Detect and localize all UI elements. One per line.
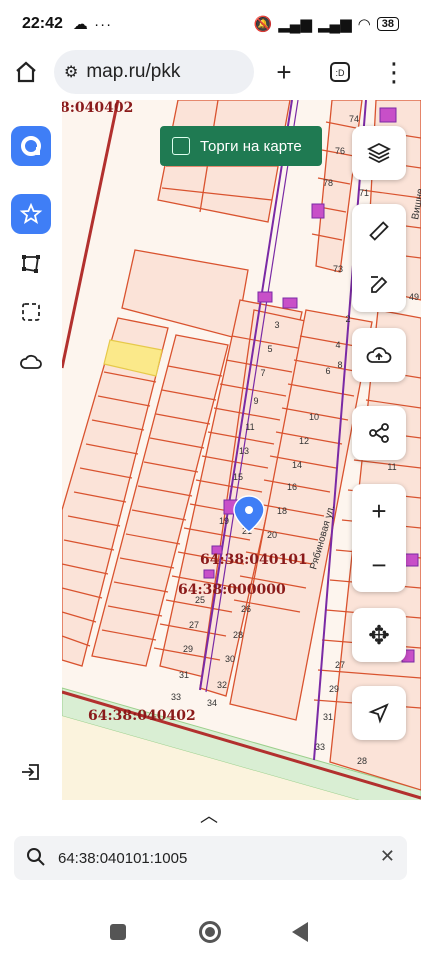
login-icon[interactable]	[11, 752, 51, 792]
svg-text:26: 26	[241, 604, 251, 614]
svg-text:14: 14	[292, 460, 302, 470]
svg-text:28: 28	[357, 756, 367, 766]
svg-text:20: 20	[267, 530, 277, 540]
pan-button[interactable]: ✥	[352, 608, 406, 662]
svg-text:33: 33	[171, 692, 181, 702]
auctions-toggle[interactable]: Торги на карте	[160, 126, 322, 166]
svg-text:8: 8	[337, 360, 342, 370]
svg-text:27: 27	[335, 660, 345, 670]
home-nav-icon[interactable]	[199, 921, 221, 943]
left-toolbar	[0, 100, 62, 800]
cadastral-label: 64:38:040101	[200, 552, 308, 568]
svg-text:16: 16	[287, 482, 297, 492]
tabs-icon[interactable]: :D	[324, 56, 356, 88]
move-arrows-icon[interactable]: ✥	[352, 608, 406, 662]
clear-search-icon[interactable]: ✕	[380, 846, 395, 867]
upload-button[interactable]	[352, 328, 406, 382]
system-navbar	[0, 900, 421, 960]
svg-text:29: 29	[329, 684, 339, 694]
svg-text:71: 71	[359, 188, 369, 198]
svg-text:7: 7	[260, 368, 265, 378]
navigation-arrow-icon[interactable]	[352, 686, 406, 740]
browser-toolbar: ⚙ map.ru/pkk + :D ⋮	[0, 48, 421, 100]
search-icon	[26, 847, 46, 871]
svg-text::D: :D	[336, 68, 346, 78]
back-icon[interactable]	[292, 922, 308, 942]
svg-text:29: 29	[183, 644, 193, 654]
select-area-icon[interactable]	[11, 292, 51, 332]
svg-text:13: 13	[239, 446, 249, 456]
svg-text:12: 12	[299, 436, 309, 446]
svg-text:18: 18	[277, 506, 287, 516]
search-input[interactable]: 64:38:040101:1005 ✕	[14, 836, 407, 880]
svg-text:11: 11	[245, 422, 254, 432]
svg-text:76: 76	[335, 146, 345, 156]
home-icon[interactable]	[10, 56, 42, 88]
svg-text:9: 9	[253, 396, 258, 406]
svg-text:5: 5	[267, 344, 272, 354]
signal-icon: ▂▄▆	[278, 16, 312, 33]
svg-text:31: 31	[323, 712, 333, 722]
layers-icon[interactable]	[352, 126, 406, 180]
svg-text:2: 2	[345, 314, 350, 324]
signal-icon-2: ▂▄▆	[317, 16, 352, 33]
svg-text:49: 49	[409, 292, 419, 302]
cadastral-label: 64:38:040402	[88, 708, 196, 724]
app-logo-icon[interactable]	[11, 126, 51, 166]
svg-text:31: 31	[179, 670, 189, 680]
site-settings-icon[interactable]: ⚙	[64, 62, 78, 82]
zoom-in-icon[interactable]: +	[352, 484, 406, 538]
url-text: map.ru/pkk	[86, 61, 181, 82]
cadastral-label: 64:38:000000	[178, 582, 286, 598]
favorites-star-icon[interactable]	[11, 194, 51, 234]
svg-text:3: 3	[274, 320, 279, 330]
zoom-controls: + −	[352, 484, 406, 592]
svg-text:6: 6	[325, 366, 330, 376]
chevron-up-icon[interactable]: ︿	[200, 802, 218, 828]
zoom-out-icon[interactable]: −	[352, 538, 406, 592]
cadastral-label: 8:040402	[60, 100, 134, 116]
recents-icon[interactable]	[110, 924, 126, 940]
measure-tools	[352, 204, 406, 312]
cloud-upload-icon[interactable]	[352, 328, 406, 382]
status-bar: 22:42 ☁ ··· 🔕 ▂▄▆ ▂▄▆ ◠ 38	[0, 0, 421, 48]
svg-text:74: 74	[349, 114, 359, 124]
status-icons: 🔕 ▂▄▆ ▂▄▆ ◠ 38	[254, 15, 399, 33]
search-value: 64:38:040101:1005	[58, 849, 188, 867]
auctions-checkbox[interactable]	[172, 137, 190, 155]
polygon-tool-icon[interactable]	[11, 244, 51, 284]
auctions-label: Торги на карте	[200, 137, 302, 155]
my-location-button[interactable]	[352, 686, 406, 740]
cloud-icon[interactable]	[11, 342, 51, 382]
svg-text:28: 28	[233, 630, 243, 640]
new-tab-icon[interactable]: +	[268, 56, 300, 88]
svg-text:11: 11	[387, 462, 396, 472]
svg-text:78: 78	[323, 178, 333, 188]
edit-icon[interactable]	[352, 258, 406, 312]
share-button[interactable]	[352, 406, 406, 460]
ruler-icon[interactable]	[352, 204, 406, 258]
svg-text:30: 30	[225, 654, 235, 664]
svg-text:33: 33	[315, 742, 325, 752]
cloud-icon: ☁ ···	[72, 16, 113, 33]
svg-text:34: 34	[207, 698, 217, 708]
svg-text:27: 27	[189, 620, 199, 630]
svg-text:10: 10	[309, 412, 319, 422]
battery-indicator: 38	[376, 17, 399, 31]
layers-button[interactable]	[352, 126, 406, 180]
wifi-icon: ◠	[357, 16, 371, 33]
svg-text:15: 15	[233, 472, 243, 482]
menu-icon[interactable]: ⋮	[378, 56, 410, 88]
share-icon[interactable]	[352, 406, 406, 460]
svg-text:73: 73	[333, 264, 343, 274]
svg-text:19: 19	[219, 516, 229, 526]
mute-icon: 🔕	[253, 16, 273, 33]
svg-text:4: 4	[335, 340, 340, 350]
address-bar[interactable]: ⚙ map.ru/pkk	[54, 50, 254, 94]
clock: 22:42	[22, 15, 63, 32]
svg-text:32: 32	[217, 680, 227, 690]
